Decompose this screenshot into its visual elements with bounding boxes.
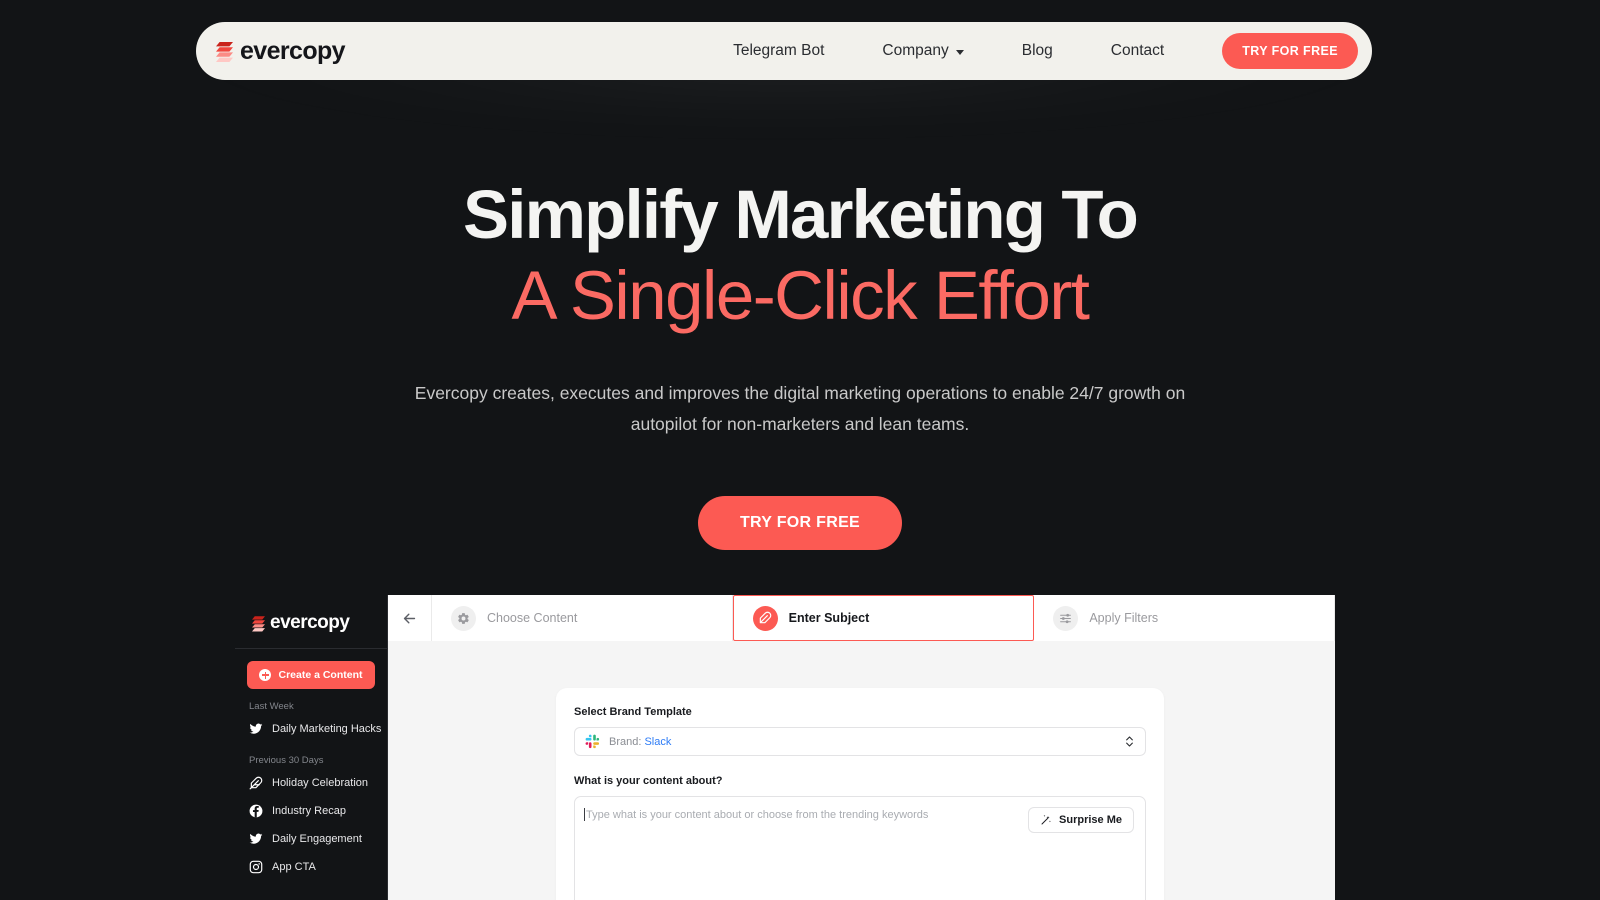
evercopy-mark-icon xyxy=(252,615,265,632)
app-sidebar-logo[interactable]: evercopy xyxy=(235,595,387,649)
brand-select-value: Brand: Slack xyxy=(609,736,1115,748)
sidebar-item-industry-recap[interactable]: Industry Recap xyxy=(245,797,377,825)
sidebar-group-label-previous-30-days: Previous 30 Days xyxy=(249,755,324,766)
facebook-icon xyxy=(249,804,263,818)
hero-headline-line1: Simplify Marketing To xyxy=(463,176,1139,253)
app-preview: evercopy Create a Content Last Week Dail… xyxy=(235,595,1335,900)
content-textarea-placeholder: Type what is your content about or choos… xyxy=(586,809,929,821)
sidebar-item-holiday-celebration[interactable]: Holiday Celebration xyxy=(245,769,377,797)
content-form-card: Select Brand Template Brand: Slack What … xyxy=(556,688,1164,900)
brand-template-select[interactable]: Brand: Slack xyxy=(574,727,1146,756)
app-sidebar-logo-text: evercopy xyxy=(270,612,350,633)
brand-prefix: Brand: xyxy=(609,735,645,748)
content-textarea-wrapper[interactable]: Type what is your content about or choos… xyxy=(574,796,1146,900)
step-apply-filters[interactable]: Apply Filters xyxy=(1034,595,1335,641)
hero-section: Simplify Marketing To A Single-Click Eff… xyxy=(0,0,1600,550)
app-sidebar: evercopy Create a Content Last Week Dail… xyxy=(235,595,388,900)
gear-icon xyxy=(451,605,476,631)
surprise-me-button[interactable]: Surprise Me xyxy=(1028,807,1134,833)
hero-headline-line2: A Single-Click Effort xyxy=(511,256,1090,334)
sidebar-item-label: Holiday Celebration xyxy=(272,777,368,789)
step-label: Choose Content xyxy=(487,611,578,625)
back-button[interactable] xyxy=(388,595,432,641)
brand-value: Slack xyxy=(644,735,672,748)
app-canvas: Select Brand Template Brand: Slack What … xyxy=(388,641,1335,900)
sidebar-item-daily-engagement[interactable]: Daily Engagement xyxy=(245,825,377,853)
chevron-up-down-icon xyxy=(1126,736,1133,747)
step-choose-content[interactable]: Choose Content xyxy=(432,595,733,641)
surprise-me-label: Surprise Me xyxy=(1059,814,1122,826)
step-label: Apply Filters xyxy=(1089,611,1159,625)
hero-subtitle: Evercopy creates, executes and improves … xyxy=(414,382,1186,435)
plus-circle-icon xyxy=(259,669,272,681)
text-caret xyxy=(584,808,585,821)
step-enter-subject[interactable]: Enter Subject xyxy=(732,595,1035,641)
app-main: Choose Content Enter Subject Apply Filte… xyxy=(388,595,1335,900)
twitter-icon xyxy=(249,833,263,844)
brand-template-label: Select Brand Template xyxy=(574,706,692,718)
instagram-icon xyxy=(249,860,263,874)
step-label: Enter Subject xyxy=(788,611,870,625)
create-a-content-button[interactable]: Create a Content xyxy=(247,661,375,689)
sliders-icon xyxy=(1053,605,1079,631)
sidebar-item-label: Daily Marketing Hacks xyxy=(272,723,382,735)
sidebar-item-app-cta[interactable]: App CTA xyxy=(245,853,377,881)
step-bar: Choose Content Enter Subject Apply Filte… xyxy=(388,595,1335,641)
sidebar-item-label: Industry Recap xyxy=(272,805,346,817)
arrow-left-icon xyxy=(403,613,416,623)
magic-wand-icon xyxy=(1041,815,1051,825)
hero-try-for-free-button[interactable]: TRY FOR FREE xyxy=(697,495,903,550)
sidebar-item-label: Daily Engagement xyxy=(272,833,362,845)
feather-icon xyxy=(752,605,778,631)
sidebar-item-daily-marketing-hacks[interactable]: Daily Marketing Hacks xyxy=(245,715,381,743)
create-a-content-label: Create a Content xyxy=(278,669,363,681)
twitter-icon xyxy=(249,723,263,734)
slack-icon xyxy=(585,734,600,749)
content-about-label: What is your content about? xyxy=(574,775,723,787)
sidebar-item-label: App CTA xyxy=(272,861,316,873)
sidebar-group-label-last-week: Last Week xyxy=(249,701,294,712)
feather-icon xyxy=(249,776,263,790)
